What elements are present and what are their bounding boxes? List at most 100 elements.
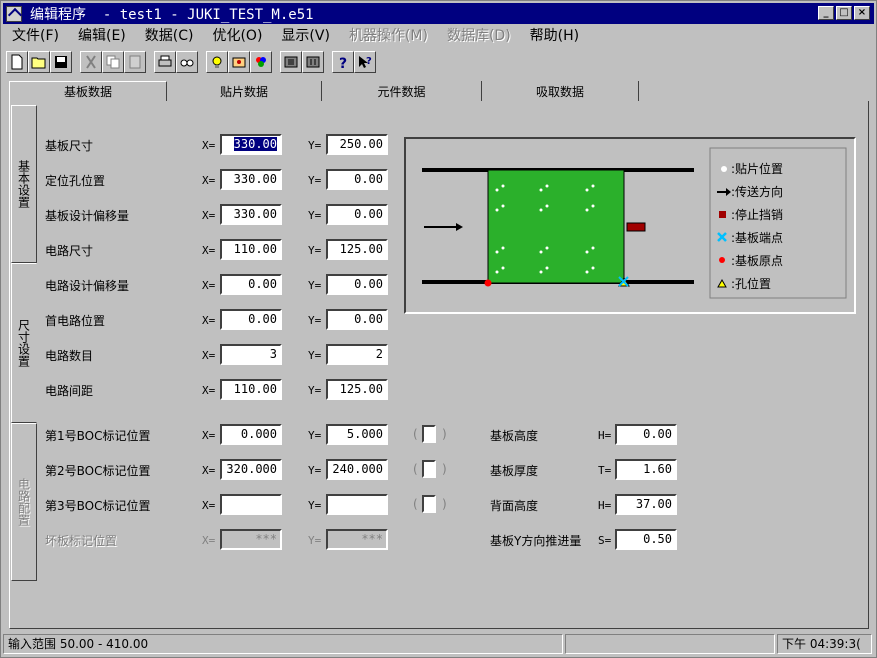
right-field-axis: T= <box>598 464 612 477</box>
x-axis-label: X= <box>202 314 216 327</box>
color-icon[interactable] <box>250 50 272 73</box>
boc-x-input[interactable]: 0.000 <box>220 424 282 445</box>
transfer-arrow-head <box>456 223 463 231</box>
boc-row-label: 第3号BOC标记位置 <box>45 499 151 513</box>
right-field-input[interactable]: 1.60 <box>615 459 677 480</box>
x-input[interactable]: 0.00 <box>220 309 282 330</box>
sidetab-circuit: 电路配置 <box>11 423 37 581</box>
board-diagram: :贴片位置 :传送方向 :停止挡销 :基板端点 :基板原点 :孔位置 <box>404 137 856 314</box>
menu-file[interactable]: 文件(F) <box>3 25 69 45</box>
y-axis-label: Y= <box>308 429 322 442</box>
x-input[interactable]: 0.00 <box>220 274 282 295</box>
y-axis-label: Y= <box>308 139 322 152</box>
sidetab-basic[interactable]: 基本设置 <box>11 105 37 263</box>
right-field-axis: H= <box>598 429 612 442</box>
minimize-button[interactable]: _ <box>818 6 834 20</box>
open-folder-icon[interactable] <box>28 50 50 73</box>
x-input[interactable]: 3 <box>220 344 282 365</box>
status-time: 下午 04:39:3( <box>777 634 872 654</box>
y-input[interactable]: 2 <box>326 344 388 365</box>
right-field-axis: H= <box>598 499 612 512</box>
menu-bar: 文件(F) 编辑(E) 数据(C) 优化(O) 显示(V) 机器操作(M) 数据… <box>3 25 874 45</box>
tab-board-data[interactable]: 基板数据 <box>9 81 167 101</box>
menu-optimize[interactable]: 优化(O) <box>203 25 272 45</box>
menu-machine: 机器操作(M) <box>348 28 428 44</box>
boc-checkbox[interactable] <box>422 425 436 443</box>
paren-close: ) <box>442 497 447 511</box>
y-input[interactable]: 125.00 <box>326 239 388 260</box>
x-axis-label: X= <box>202 244 216 257</box>
row-label: 基板设计偏移量 <box>45 209 130 223</box>
legend-transfer-label: :传送方向 <box>731 184 783 199</box>
right-field-label: 背面高度 <box>490 499 539 513</box>
boc-y-input: *** <box>326 529 388 550</box>
x-input-value: 330.00 <box>233 137 277 151</box>
y-input[interactable]: 0.00 <box>326 204 388 225</box>
view-icon[interactable] <box>280 50 302 73</box>
app-icon[interactable] <box>6 5 22 22</box>
close-button[interactable]: × <box>854 6 870 20</box>
context-help-icon[interactable]: ? <box>354 50 376 73</box>
tools-icon[interactable] <box>228 50 250 73</box>
boc-y-input[interactable]: 240.000 <box>326 459 388 480</box>
help-icon[interactable]: ? <box>332 50 354 73</box>
right-field-input[interactable]: 0.50 <box>615 529 677 550</box>
view2-icon[interactable] <box>302 50 324 73</box>
menu-database: 数据库(D) <box>446 28 511 44</box>
sidetab-size[interactable]: 尺寸设置 <box>11 263 37 423</box>
x-input[interactable]: 110.00 <box>220 379 282 400</box>
menu-edit[interactable]: 编辑(E) <box>69 25 136 45</box>
tab-strip: 基板数据 贴片数据 元件数据 吸取数据 <box>9 81 639 101</box>
status-range: 输入范围 50.00 - 410.00 <box>3 634 563 654</box>
stop-pin <box>626 222 646 232</box>
boc-y-input[interactable]: 5.000 <box>326 424 388 445</box>
title-bar[interactable]: 编辑程序 - test1 - JUKI_TEST_M.e51 _ □ × <box>3 3 874 24</box>
boc-row-label: 坏板标记位置 <box>45 534 118 548</box>
right-field-label: 基板高度 <box>490 429 539 443</box>
paste-icon <box>124 50 146 73</box>
right-field-input[interactable]: 37.00 <box>615 494 677 515</box>
legend-mount-label: :贴片位置 <box>731 161 783 176</box>
y-input[interactable]: 0.00 <box>326 274 388 295</box>
x-input[interactable]: 110.00 <box>220 239 282 260</box>
print-icon[interactable] <box>154 50 176 73</box>
boc-y-input[interactable] <box>326 494 388 515</box>
maximize-button[interactable]: □ <box>836 6 852 20</box>
y-input[interactable]: 250.00 <box>326 134 388 155</box>
legend-origin-label: :基板原点 <box>731 254 783 268</box>
row-label: 电路设计偏移量 <box>45 279 130 293</box>
y-axis-label: Y= <box>308 244 322 257</box>
tab-component-data[interactable]: 元件数据 <box>322 81 482 101</box>
y-input[interactable]: 125.00 <box>326 379 388 400</box>
right-field-label: 基板Y方向推进量 <box>490 534 582 548</box>
boc-checkbox[interactable] <box>422 495 436 513</box>
boc-x-input[interactable] <box>220 494 282 515</box>
save-icon[interactable] <box>50 50 72 73</box>
tab-mount-data[interactable]: 贴片数据 <box>167 81 322 101</box>
menu-data[interactable]: 数据(C) <box>136 25 204 45</box>
boc-x-input[interactable]: 320.000 <box>220 459 282 480</box>
y-input[interactable]: 0.00 <box>326 169 388 190</box>
x-axis-label: X= <box>202 499 216 512</box>
boc-checkbox[interactable] <box>422 460 436 478</box>
tab-pick-data[interactable]: 吸取数据 <box>482 81 639 101</box>
x-axis-label: X= <box>202 209 216 222</box>
x-input[interactable]: 330.00 <box>220 169 282 190</box>
x-axis-label: X= <box>202 349 216 362</box>
legend-mount-icon <box>721 166 727 172</box>
copy-icon <box>102 50 124 73</box>
x-input[interactable]: 330.00 <box>220 204 282 225</box>
menu-view[interactable]: 显示(V) <box>272 25 340 45</box>
y-axis-label: Y= <box>308 314 322 327</box>
legend-hole-label: :孔位置 <box>731 276 771 291</box>
x-input[interactable]: 330.00 <box>220 134 282 155</box>
new-file-icon[interactable] <box>6 50 28 73</box>
right-field-input[interactable]: 0.00 <box>615 424 677 445</box>
menu-help[interactable]: 帮助(H) <box>521 25 589 45</box>
window-title: 编辑程序 - test1 - JUKI_TEST_M.e51 <box>30 6 314 23</box>
y-axis-label: Y= <box>308 534 322 547</box>
row-label: 基板尺寸 <box>45 139 94 153</box>
y-input[interactable]: 0.00 <box>326 309 388 330</box>
find-icon[interactable] <box>176 50 198 73</box>
optimize-bulb-icon[interactable] <box>206 50 228 73</box>
